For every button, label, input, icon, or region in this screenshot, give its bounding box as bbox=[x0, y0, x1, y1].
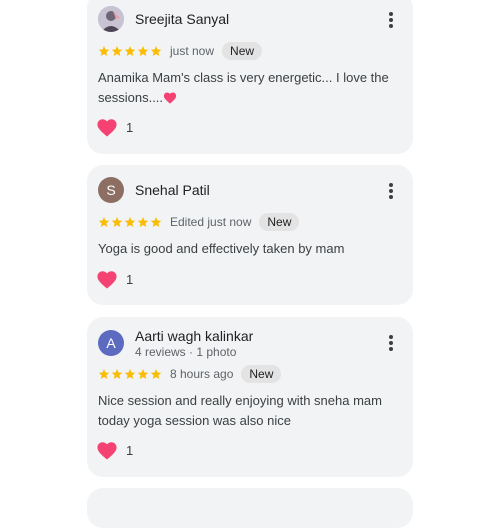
star-icon bbox=[124, 46, 136, 56]
rating-row: just now New bbox=[98, 41, 263, 61]
review-text[interactable]: Nice session and really enjoying with sn… bbox=[98, 391, 398, 430]
review-time: just now bbox=[170, 44, 215, 58]
star-rating bbox=[98, 368, 162, 380]
rating-row: Edited just now New bbox=[98, 212, 300, 232]
review-time: Edited just now bbox=[170, 215, 252, 229]
review-text-body: Anamika Mam's class is very energetic...… bbox=[98, 70, 389, 105]
heart-icon bbox=[97, 119, 117, 137]
avatar[interactable] bbox=[98, 6, 124, 32]
star-icon bbox=[111, 217, 123, 227]
review-card: A Aarti wagh kalinkar 4 reviews · 1 phot… bbox=[87, 317, 413, 477]
profile-photo-icon bbox=[98, 6, 124, 32]
star-icon bbox=[137, 369, 149, 379]
more-options-button[interactable] bbox=[387, 334, 395, 352]
review-text[interactable]: Anamika Mam's class is very energetic...… bbox=[98, 68, 398, 107]
more-options-button[interactable] bbox=[387, 11, 395, 29]
review-time: 8 hours ago bbox=[170, 367, 234, 381]
more-options-button[interactable] bbox=[387, 182, 395, 200]
reaction-count: 1 bbox=[126, 271, 134, 287]
more-vert-icon bbox=[389, 12, 393, 28]
new-badge: New bbox=[259, 213, 300, 231]
avatar[interactable]: S bbox=[98, 177, 124, 203]
heart-emoji-icon bbox=[163, 92, 177, 104]
review-card: Sreejita Sanyal just now New Anamika Mam… bbox=[87, 0, 413, 154]
star-icon bbox=[111, 369, 123, 379]
review-card: S Snehal Patil Edited just now New Yoga … bbox=[87, 165, 413, 305]
heart-icon bbox=[97, 271, 117, 289]
review-card bbox=[87, 488, 413, 528]
rating-row: 8 hours ago New bbox=[98, 364, 282, 384]
star-icon bbox=[111, 46, 123, 56]
star-icon bbox=[137, 217, 149, 227]
star-icon bbox=[150, 369, 162, 379]
star-rating bbox=[98, 45, 162, 57]
avatar[interactable]: A bbox=[98, 330, 124, 356]
reviewer-name[interactable]: Snehal Patil bbox=[135, 182, 210, 198]
star-icon bbox=[124, 369, 136, 379]
heart-icon bbox=[97, 442, 117, 460]
reaction-button[interactable]: 1 bbox=[96, 117, 133, 137]
star-icon bbox=[137, 46, 149, 56]
more-vert-icon bbox=[389, 335, 393, 351]
reviewer-name[interactable]: Aarti wagh kalinkar bbox=[135, 328, 253, 344]
reaction-button[interactable]: 1 bbox=[96, 440, 133, 460]
star-icon bbox=[98, 369, 110, 379]
star-icon bbox=[150, 217, 162, 227]
new-badge: New bbox=[222, 42, 263, 60]
star-icon bbox=[98, 217, 110, 227]
star-icon bbox=[98, 46, 110, 56]
star-rating bbox=[98, 216, 162, 228]
reaction-count: 1 bbox=[126, 119, 134, 135]
review-text[interactable]: Yoga is good and effectively taken by ma… bbox=[98, 239, 398, 259]
new-badge: New bbox=[241, 365, 282, 383]
reviewer-meta: 4 reviews · 1 photo bbox=[135, 345, 237, 359]
star-icon bbox=[124, 217, 136, 227]
more-vert-icon bbox=[389, 183, 393, 199]
star-icon bbox=[150, 46, 162, 56]
reviewer-name[interactable]: Sreejita Sanyal bbox=[135, 11, 229, 27]
reaction-button[interactable]: 1 bbox=[96, 269, 133, 289]
reaction-count: 1 bbox=[126, 442, 134, 458]
